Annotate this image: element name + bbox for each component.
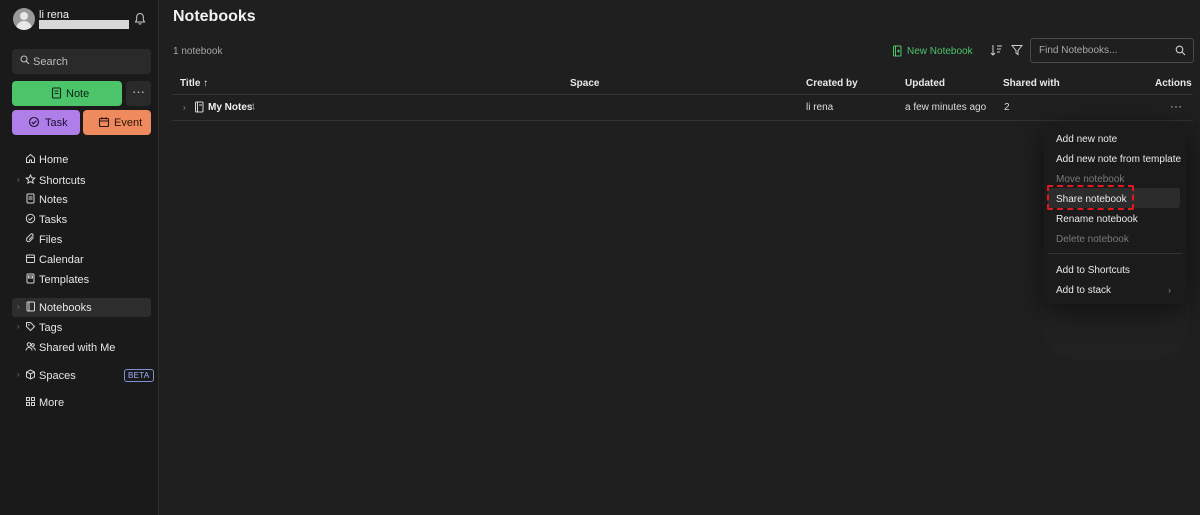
- calendar-icon: [98, 117, 110, 128]
- bell-icon[interactable]: [134, 12, 146, 26]
- sidebar-item-label: Notes: [39, 194, 68, 206]
- note-icon: [51, 87, 62, 99]
- notebook-note-count: 4: [250, 102, 256, 112]
- sidebar: li rena Search Note ··· Task Event Home …: [0, 0, 159, 515]
- sidebar-item-label: Notebooks: [39, 302, 92, 314]
- sidebar-item-tags[interactable]: › Tags: [12, 318, 151, 337]
- menu-divider: [1048, 253, 1182, 254]
- sidebar-item-label: Spaces: [39, 370, 76, 382]
- column-header-space[interactable]: Space: [570, 78, 599, 89]
- menu-item-add-new-note[interactable]: Add new note: [1056, 134, 1117, 145]
- sidebar-item-files[interactable]: Files: [12, 230, 151, 249]
- note-icon: [26, 193, 35, 204]
- column-header-created-by[interactable]: Created by: [806, 78, 858, 89]
- menu-item-delete-notebook: Delete notebook: [1056, 234, 1129, 245]
- note-button-label: Note: [66, 88, 90, 100]
- new-event-button[interactable]: Event: [83, 110, 151, 135]
- avatar[interactable]: [13, 8, 35, 30]
- sidebar-item-label: Templates: [39, 274, 90, 286]
- filter-icon[interactable]: [1011, 44, 1023, 56]
- sidebar-item-notebooks[interactable]: › Notebooks: [12, 298, 151, 317]
- menu-item-move-notebook: Move notebook: [1056, 174, 1125, 185]
- column-header-actions: Actions: [1155, 78, 1192, 89]
- row-actions-button[interactable]: ···: [1170, 99, 1182, 113]
- sidebar-item-label: Tasks: [39, 214, 68, 226]
- notebook-updated: a few minutes ago: [905, 102, 987, 113]
- sidebar-item-label: Files: [39, 234, 63, 246]
- divider: [172, 94, 1193, 95]
- sidebar-item-label: More: [39, 397, 65, 409]
- new-task-button[interactable]: Task: [12, 110, 80, 135]
- divider: [172, 120, 1193, 121]
- sidebar-item-spaces[interactable]: › Spaces BETA: [12, 366, 154, 385]
- new-notebook-label: New Notebook: [907, 46, 973, 57]
- annotation-highlight-box: [1047, 185, 1134, 210]
- tag-icon: [26, 322, 36, 332]
- task-button-label: Task: [45, 117, 68, 129]
- notebook-context-menu: Add new note Add new note from template …: [1044, 124, 1186, 304]
- sidebar-item-notes[interactable]: Notes: [12, 190, 151, 209]
- find-notebooks-input[interactable]: [1031, 39, 1171, 62]
- notebook-shared-with: 2: [1004, 102, 1010, 113]
- chevron-right-icon[interactable]: ›: [17, 370, 20, 379]
- expand-chevron-icon[interactable]: ›: [183, 103, 186, 112]
- task-check-icon: [25, 213, 36, 224]
- sidebar-item-shortcuts[interactable]: › Shortcuts: [12, 171, 151, 190]
- beta-badge: BETA: [124, 369, 154, 382]
- sidebar-item-label: Shortcuts: [39, 175, 86, 187]
- sort-icon[interactable]: [990, 44, 1003, 56]
- cube-icon: [26, 369, 35, 380]
- redacted-email: [39, 20, 129, 29]
- notebook-count: 1 notebook: [173, 46, 223, 57]
- paperclip-icon: [25, 233, 34, 243]
- task-icon: [28, 116, 40, 128]
- chevron-right-icon[interactable]: ›: [17, 175, 20, 184]
- page-title: Notebooks: [173, 8, 256, 25]
- new-note-button[interactable]: Note: [12, 81, 122, 106]
- sidebar-item-label: Shared with Me: [39, 342, 116, 354]
- sidebar-item-label: Tags: [39, 322, 63, 334]
- sidebar-item-home[interactable]: Home: [12, 150, 151, 169]
- sidebar-item-calendar[interactable]: Calendar: [12, 250, 151, 269]
- menu-item-add-to-stack[interactable]: Add to stack: [1056, 285, 1111, 296]
- notebook-title[interactable]: My Notes: [208, 102, 252, 113]
- menu-item-add-to-shortcuts[interactable]: Add to Shortcuts: [1056, 265, 1130, 276]
- sidebar-item-label: Calendar: [39, 254, 84, 266]
- sidebar-search[interactable]: Search: [12, 49, 151, 74]
- column-header-updated[interactable]: Updated: [905, 78, 945, 89]
- people-icon: [25, 342, 36, 351]
- more-create-button[interactable]: ···: [126, 81, 151, 106]
- chevron-right-icon: ›: [1168, 285, 1171, 295]
- star-icon: [25, 174, 36, 185]
- notebook-icon: [195, 101, 204, 113]
- sidebar-item-templates[interactable]: Templates: [12, 270, 151, 289]
- account-switcher[interactable]: li rena: [13, 8, 153, 32]
- notebook-icon: [26, 301, 35, 312]
- search-label: Search: [33, 56, 68, 68]
- chevron-right-icon[interactable]: ›: [17, 302, 20, 311]
- new-notebook-icon: [893, 45, 902, 57]
- template-icon: [26, 273, 35, 284]
- home-icon: [26, 153, 35, 163]
- grid-icon: [26, 397, 35, 406]
- sidebar-item-shared-with-me[interactable]: Shared with Me: [12, 338, 151, 357]
- menu-item-rename-notebook[interactable]: Rename notebook: [1056, 214, 1138, 225]
- sidebar-item-tasks[interactable]: Tasks: [12, 210, 151, 229]
- column-header-title[interactable]: Title ↑: [180, 78, 208, 89]
- chevron-right-icon[interactable]: ›: [17, 322, 20, 331]
- column-header-shared-with[interactable]: Shared with: [1003, 78, 1060, 89]
- sidebar-item-more[interactable]: More: [12, 393, 151, 412]
- sidebar-item-label: Home: [39, 154, 69, 166]
- menu-item-add-note-from-template[interactable]: Add new note from template: [1056, 154, 1181, 165]
- search-icon: [20, 55, 30, 65]
- find-notebooks-search[interactable]: [1030, 38, 1194, 63]
- search-icon[interactable]: [1175, 45, 1186, 56]
- calendar-icon: [26, 254, 35, 263]
- event-button-label: Event: [114, 117, 143, 129]
- notebook-created-by: li rena: [806, 102, 834, 113]
